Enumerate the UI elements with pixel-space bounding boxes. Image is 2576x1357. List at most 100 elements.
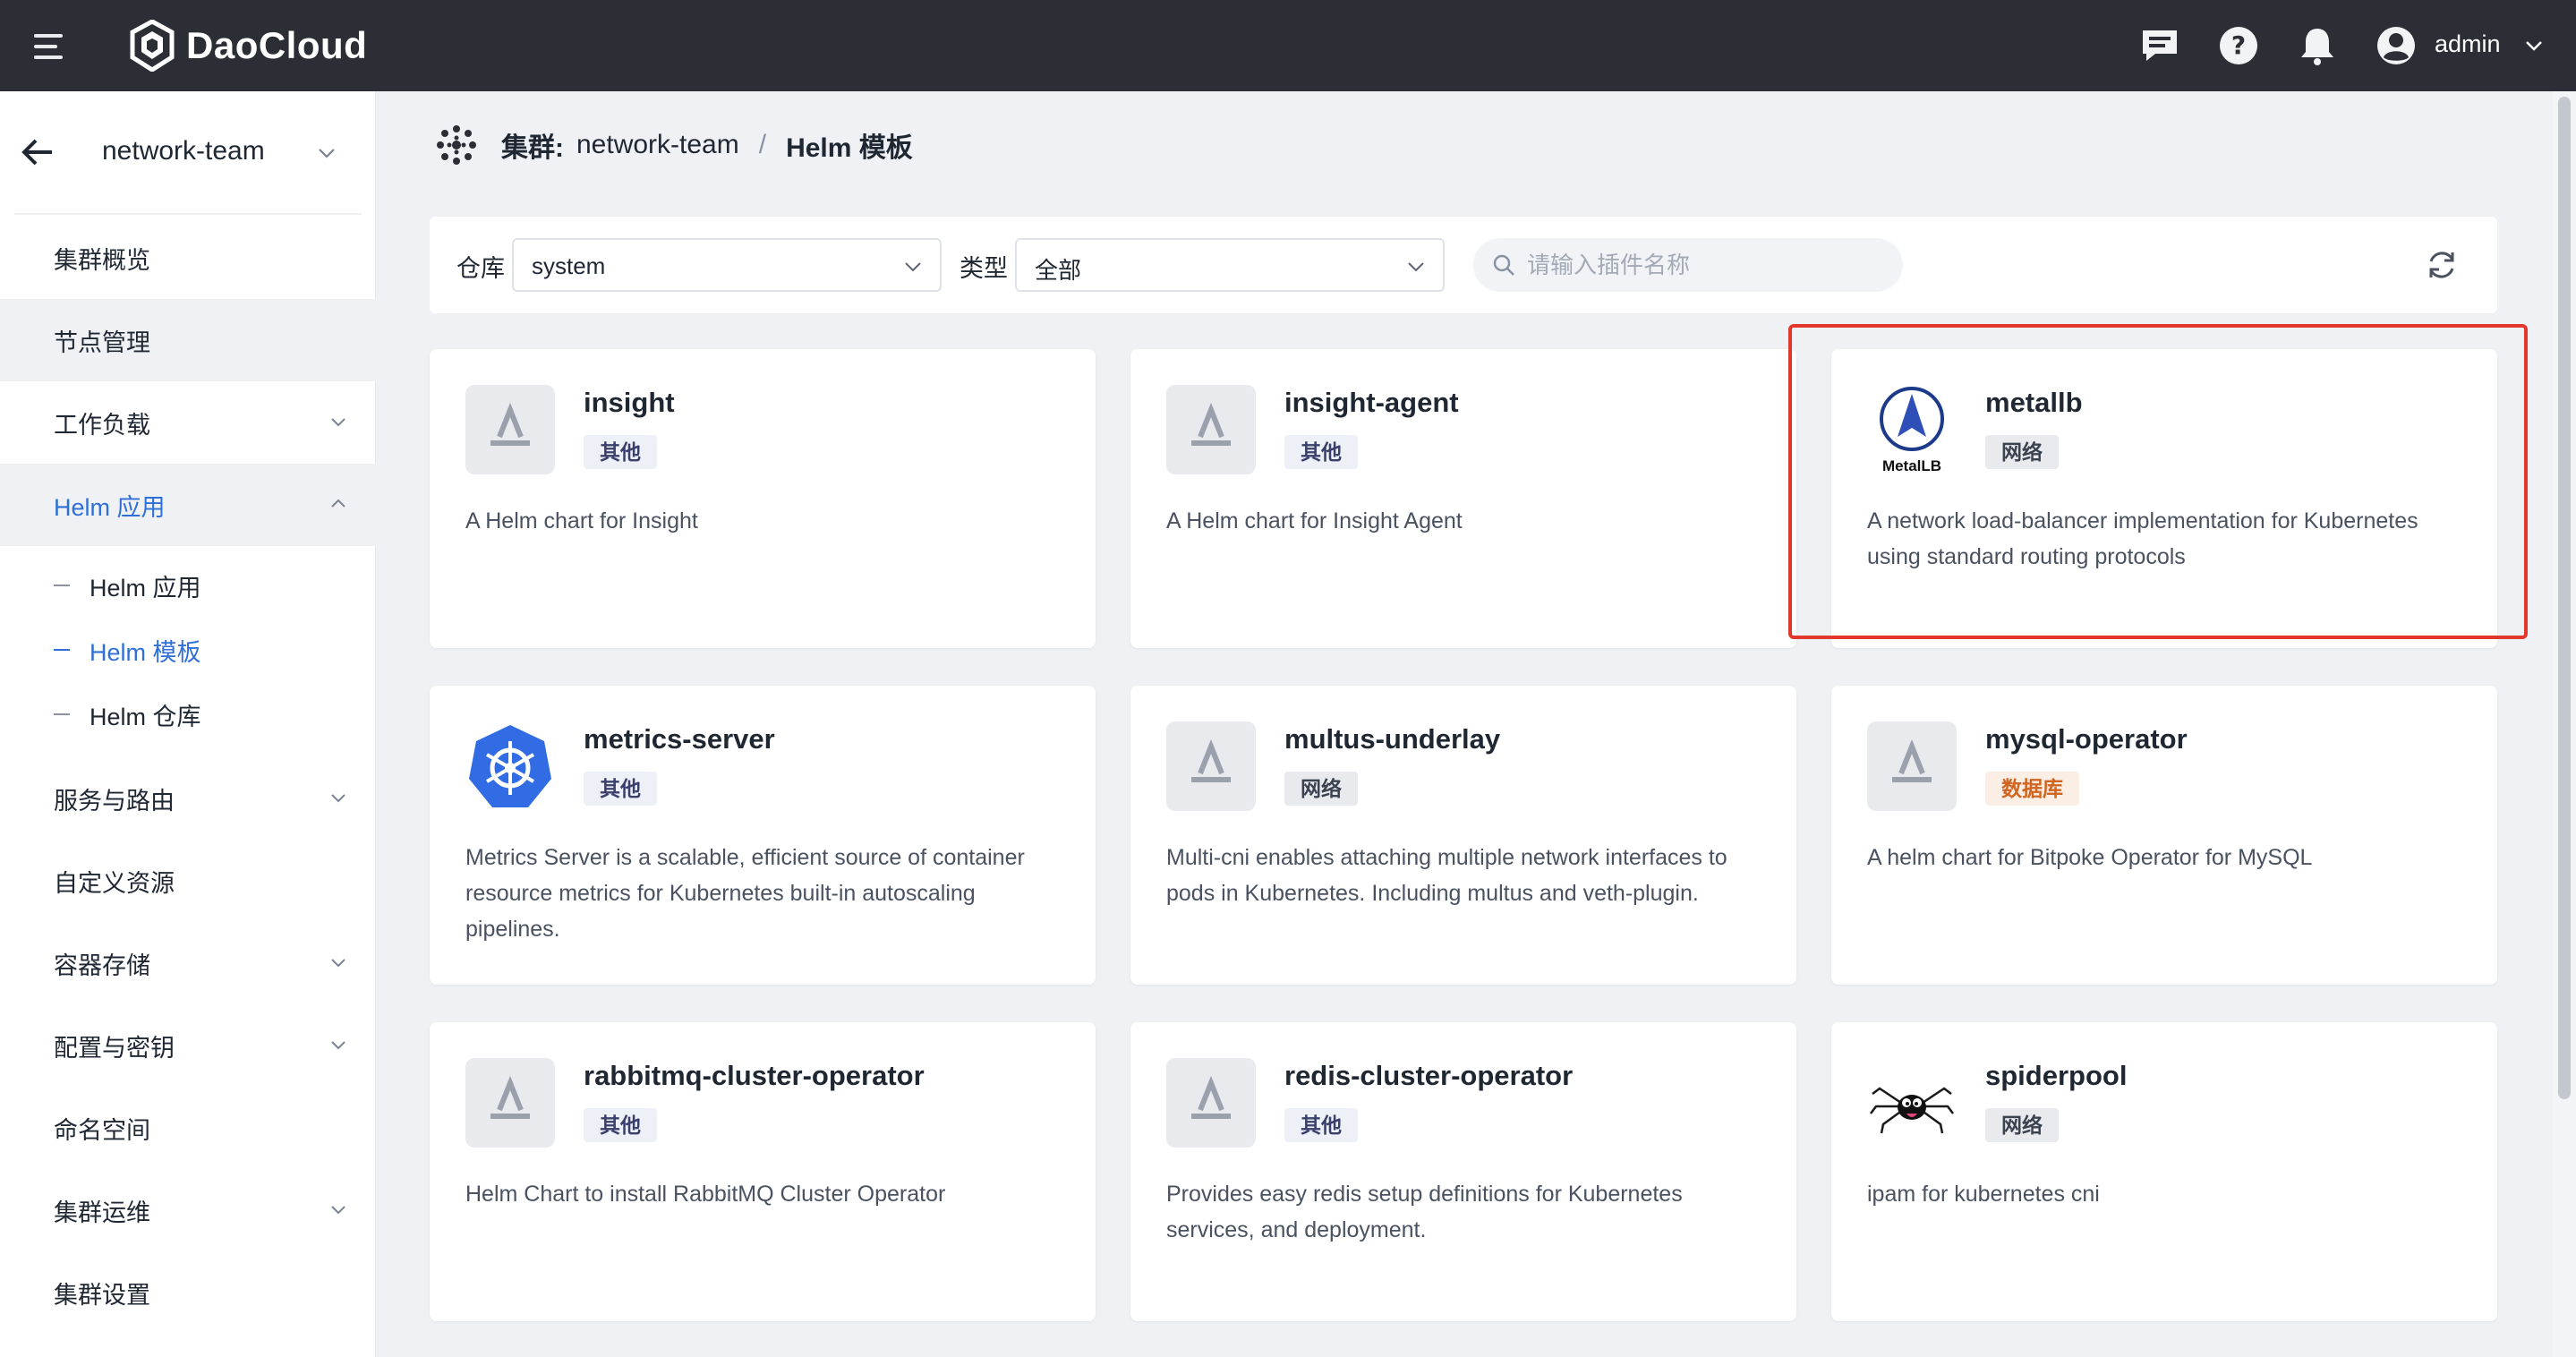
menu-icon[interactable] (34, 32, 68, 61)
chevron-up-icon (331, 499, 345, 508)
helm-chart-icon (465, 385, 555, 474)
category-tag: 其他 (584, 1108, 657, 1142)
sidebar-item-cluster-ops[interactable]: 集群运维 (0, 1169, 376, 1251)
helm-chart-icon (1867, 721, 1957, 811)
metallb-logo-text: MetalLB (1882, 457, 1941, 474)
username-label[interactable]: admin (2435, 30, 2501, 58)
sidebar-item-cluster-overview[interactable]: 集群概览 (0, 217, 376, 299)
chart-card-spiderpool[interactable]: spiderpool 网络 ipam for kubernetes cni (1831, 1022, 2497, 1321)
card-title: metrics-server (584, 723, 775, 755)
sidebar-item-config-secrets[interactable]: 配置与密钥 (0, 1004, 376, 1087)
sidebar-item-label: 集群设置 (54, 1281, 150, 1309)
search-icon (1493, 254, 1514, 276)
scrollbar-thumb[interactable] (2558, 97, 2571, 1099)
breadcrumb-cluster-link[interactable]: network-team (576, 130, 739, 160)
chevron-down-icon (331, 1041, 345, 1050)
category-tag: 数据库 (1985, 772, 2079, 806)
kubernetes-logo-icon (465, 721, 555, 811)
chart-card-redis-cluster-operator[interactable]: redis-cluster-operator 其他 Provides easy … (1130, 1022, 1796, 1321)
bell-icon[interactable] (2295, 23, 2340, 68)
sidebar-item-label: 集群概览 (54, 246, 150, 274)
category-tag: 网络 (1985, 1108, 2059, 1142)
sub-dash (54, 585, 70, 586)
spider-logo-icon (1867, 1058, 1957, 1148)
breadcrumb: 集群: network-team / Helm 模板 (501, 125, 913, 165)
type-select[interactable]: 全部 (1015, 238, 1445, 292)
helm-chart-icon (465, 1058, 555, 1148)
helm-chart-icon (1166, 385, 1256, 474)
chevron-down-icon[interactable] (2522, 34, 2546, 57)
card-title: multus-underlay (1284, 723, 1501, 755)
sidebar-item-node-management[interactable]: 节点管理 (0, 299, 376, 381)
card-title: insight-agent (1284, 387, 1459, 418)
chevron-down-icon (331, 794, 345, 803)
category-tag: 网络 (1284, 772, 1358, 806)
sub-dash (54, 649, 70, 651)
helm-chart-icon (1166, 1058, 1256, 1148)
sidebar-subitem-label: Helm 仓库 (90, 703, 201, 730)
card-description: Multi-cni enables attaching multiple net… (1166, 845, 1727, 906)
card-description: ipam for kubernetes cni (1867, 1182, 2100, 1207)
divider (14, 213, 362, 215)
card-title: mysql-operator (1985, 723, 2188, 755)
card-title: redis-cluster-operator (1284, 1060, 1574, 1091)
breadcrumb-current: Helm 模板 (786, 133, 913, 163)
card-description: A network load-balancer implementation f… (1867, 508, 2418, 569)
helm-chart-icon (1166, 721, 1256, 811)
chevron-down-icon (1408, 262, 1424, 272)
chevron-down-icon (331, 959, 345, 968)
category-tag: 其他 (1284, 435, 1358, 469)
type-select-value: 全部 (1035, 257, 1082, 284)
chart-card-mysql-operator[interactable]: mysql-operator 数据库 A helm chart for Bitp… (1831, 686, 2497, 985)
sidebar-item-cluster-settings[interactable]: 集群设置 (0, 1251, 376, 1334)
chart-card-rabbitmq-cluster-operator[interactable]: rabbitmq-cluster-operator 其他 Helm Chart … (430, 1022, 1096, 1321)
category-tag: 其他 (584, 772, 657, 806)
top-navbar: DaoCloud ? admin (0, 0, 2576, 91)
sidebar-item-label: 服务与路由 (54, 787, 175, 815)
sidebar-item-label: Helm 应用 (54, 493, 166, 521)
filter-bar: 仓库 system 类型 全部 (430, 217, 2497, 313)
chart-card-insight-agent[interactable]: insight-agent 其他 A Helm chart for Insigh… (1130, 349, 1796, 648)
card-description: A Helm chart for Insight Agent (1166, 508, 1463, 533)
chevron-down-icon[interactable] (315, 141, 338, 165)
sidebar-item-custom-resources[interactable]: 自定义资源 (0, 840, 376, 922)
sidebar-item-label: 容器存储 (54, 952, 150, 979)
type-label: 类型 (960, 255, 1008, 282)
refresh-icon[interactable] (2424, 247, 2460, 283)
user-avatar-icon[interactable] (2374, 23, 2418, 68)
back-arrow-icon[interactable] (20, 136, 55, 168)
sidebar-subitem-helm-templates[interactable]: Helm 模板 (0, 618, 376, 682)
cluster-switcher: network-team (0, 91, 376, 213)
cluster-selector[interactable]: network-team (102, 136, 265, 166)
chart-card-metallb[interactable]: MetalLB metallb 网络 A network load-balanc… (1831, 349, 2497, 648)
sidebar-item-helm-apps[interactable]: Helm 应用 (0, 464, 376, 546)
sidebar-item-label: 工作负载 (54, 411, 150, 439)
sidebar-item-label: 集群运维 (54, 1199, 150, 1226)
brand-logo[interactable]: DaoCloud (129, 20, 367, 72)
sidebar-item-label: 节点管理 (54, 329, 150, 356)
chevron-down-icon (331, 418, 345, 427)
message-icon[interactable] (2137, 23, 2182, 68)
search-box[interactable] (1473, 238, 1903, 292)
repo-select[interactable]: system (512, 238, 942, 292)
chart-card-multus-underlay[interactable]: multus-underlay 网络 Multi-cni enables att… (1130, 686, 1796, 985)
sidebar-item-container-storage[interactable]: 容器存储 (0, 922, 376, 1004)
sidebar-item-namespaces[interactable]: 命名空间 (0, 1087, 376, 1169)
sidebar-item-services-routes[interactable]: 服务与路由 (0, 757, 376, 840)
sub-dash (54, 713, 70, 715)
search-input[interactable] (1527, 247, 1885, 283)
sidebar-subitem-helm-apps[interactable]: Helm 应用 (0, 553, 376, 618)
card-title: rabbitmq-cluster-operator (584, 1060, 925, 1091)
card-description: A helm chart for Bitpoke Operator for My… (1867, 845, 2313, 870)
chart-card-metrics-server[interactable]: metrics-server 其他 Metrics Server is a sc… (430, 686, 1096, 985)
card-description: Helm Chart to install RabbitMQ Cluster O… (465, 1182, 946, 1207)
sidebar-subitem-helm-repos[interactable]: Helm 仓库 (0, 682, 376, 747)
metallb-logo-icon: MetalLB (1867, 385, 1957, 474)
daocloud-logo-icon (130, 20, 175, 72)
breadcrumb-separator: / (758, 130, 767, 159)
sidebar: network-team 集群概览 节点管理 工作负载 Helm 应用 Helm… (0, 91, 376, 1357)
sidebar-item-workloads[interactable]: 工作负载 (0, 381, 376, 464)
help-icon[interactable]: ? (2216, 23, 2261, 68)
chart-card-insight[interactable]: insight 其他 A Helm chart for Insight (430, 349, 1096, 648)
chevron-down-icon (331, 1206, 345, 1215)
